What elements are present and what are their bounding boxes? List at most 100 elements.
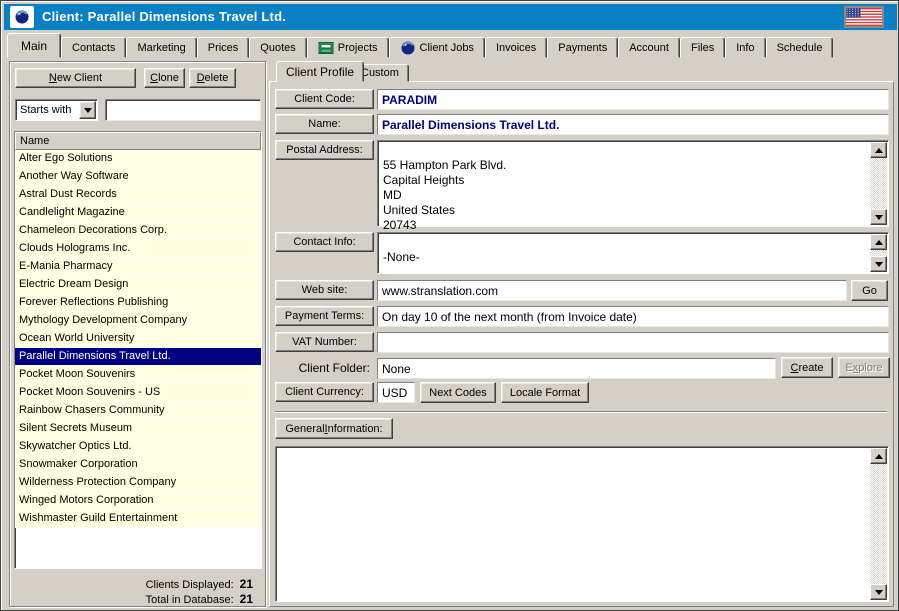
- tab-label: Contacts: [72, 42, 115, 54]
- client-list-item[interactable]: Wishmaster Guild Entertainment: [15, 510, 261, 528]
- filter-mode-value: Starts with: [20, 104, 71, 116]
- main-tab-bar: Main Contacts Marketing Prices Quotes Pr…: [4, 33, 897, 58]
- locale-format-button[interactable]: Locale Format: [501, 382, 589, 403]
- tab-schedule[interactable]: Schedule: [766, 37, 834, 58]
- create-folder-button[interactable]: Create: [781, 357, 833, 378]
- scroll-up-icon: [875, 148, 883, 153]
- client-folder-field[interactable]: [377, 358, 776, 379]
- client-list-item[interactable]: Astral Dust Records: [15, 186, 261, 204]
- general-information-textarea[interactable]: [275, 446, 889, 602]
- status-label: Total in Database:: [146, 594, 234, 606]
- scrollbar-track[interactable]: [870, 158, 887, 209]
- tab-quotes[interactable]: Quotes: [249, 37, 306, 58]
- explore-folder-button[interactable]: Explore: [838, 357, 890, 378]
- postal-scrollbar[interactable]: [870, 142, 887, 225]
- client-list-item[interactable]: Pocket Moon Souvenirs - US: [15, 384, 261, 402]
- tab-label: Files: [691, 42, 714, 54]
- postal-address-label-button[interactable]: Postal Address:: [275, 140, 374, 160]
- client-folder-label: Client Folder:: [275, 361, 370, 375]
- contact-info-label-button[interactable]: Contact Info:: [275, 232, 374, 252]
- filter-mode-select[interactable]: Starts with: [15, 99, 98, 121]
- client-currency-label-button[interactable]: Client Currency:: [275, 382, 374, 402]
- title-bar: Client: Parallel Dimensions Travel Ltd.: [4, 4, 897, 30]
- client-list-item[interactable]: Alter Ego Solutions: [15, 150, 261, 168]
- scroll-up-button[interactable]: [870, 142, 887, 158]
- tab-files[interactable]: Files: [680, 37, 725, 58]
- postal-address-textarea[interactable]: 55 Hampton Park Blvd. Capital Heights MD…: [377, 140, 889, 227]
- search-input[interactable]: [105, 99, 261, 121]
- payment-terms-label-button[interactable]: Payment Terms:: [275, 306, 374, 326]
- payment-terms-field[interactable]: [377, 306, 889, 327]
- us-flag-icon: [844, 6, 884, 28]
- subtab-label: Client Profile: [286, 65, 354, 79]
- client-list-item[interactable]: Snowmaker Corporation: [15, 456, 261, 474]
- go-button[interactable]: Go: [851, 280, 888, 301]
- general-information-label-button[interactable]: General Information:: [275, 418, 393, 439]
- vat-number-label-button[interactable]: VAT Number:: [275, 332, 374, 352]
- clone-button[interactable]: Clone: [144, 68, 185, 88]
- tab-prices[interactable]: Prices: [197, 37, 250, 58]
- client-list-item-selected[interactable]: Parallel Dimensions Travel Ltd.: [15, 348, 261, 366]
- scroll-up-icon: [875, 454, 883, 459]
- client-currency-field[interactable]: [377, 382, 415, 403]
- dropdown-arrow-button[interactable]: [79, 101, 96, 119]
- client-list-item[interactable]: Wilderness Protection Company: [15, 474, 261, 492]
- tab-main[interactable]: Main: [7, 33, 61, 58]
- client-list-panel: New Client Clone Delete Starts with Name…: [9, 61, 266, 607]
- tab-label: Projects: [338, 42, 378, 54]
- scrollbar-track[interactable]: [870, 464, 887, 584]
- tab-label: Main: [21, 39, 47, 53]
- client-code-field[interactable]: [377, 89, 889, 110]
- projects-icon: [318, 40, 334, 56]
- name-label-button[interactable]: Name:: [275, 114, 374, 134]
- contact-info-value: -None-: [383, 250, 420, 264]
- client-list-item[interactable]: Mythology Development Company: [15, 312, 261, 330]
- vat-number-field[interactable]: [377, 332, 889, 353]
- tab-payments[interactable]: Payments: [547, 37, 618, 58]
- tab-marketing[interactable]: Marketing: [126, 37, 196, 58]
- client-list-item[interactable]: Candlelight Magazine: [15, 204, 261, 222]
- scroll-up-button[interactable]: [870, 234, 887, 250]
- client-list-item[interactable]: Skywatcher Optics Ltd.: [15, 438, 261, 456]
- tab-projects[interactable]: Projects: [307, 37, 389, 58]
- tab-client-jobs[interactable]: Client Jobs: [389, 37, 485, 58]
- subtab-client-profile[interactable]: Client Profile: [276, 61, 364, 82]
- postal-address-value: 55 Hampton Park Blvd. Capital Heights MD…: [383, 158, 506, 232]
- client-list-item[interactable]: Pocket Moon Souvenirs: [15, 366, 261, 384]
- status-label: Clients Displayed:: [146, 579, 234, 591]
- client-list-item[interactable]: Another Way Software: [15, 168, 261, 186]
- geninfo-scrollbar[interactable]: [870, 448, 887, 600]
- client-code-label-button[interactable]: Client Code:: [275, 89, 374, 109]
- scroll-up-button[interactable]: [870, 448, 887, 464]
- web-site-field[interactable]: [377, 280, 847, 301]
- scroll-down-button[interactable]: [870, 256, 887, 272]
- client-list-item[interactable]: Clouds Holograms Inc.: [15, 240, 261, 258]
- client-list-item[interactable]: Chameleon Decorations Corp.: [15, 222, 261, 240]
- delete-button[interactable]: Delete: [189, 68, 236, 88]
- client-name-field[interactable]: [377, 114, 889, 135]
- scroll-down-button[interactable]: [870, 209, 887, 225]
- client-list-item[interactable]: Ocean World University: [15, 330, 261, 348]
- app-window: Client: Parallel Dimensions Travel Ltd.: [0, 0, 899, 611]
- client-list-item[interactable]: Winged Motors Corporation: [15, 492, 261, 510]
- client-list-item[interactable]: Silent Secrets Museum: [15, 420, 261, 438]
- contact-scrollbar[interactable]: [870, 234, 887, 272]
- scroll-down-button[interactable]: [870, 584, 887, 600]
- new-client-button[interactable]: New Client: [15, 68, 136, 88]
- tab-label: Schedule: [777, 42, 823, 54]
- web-site-label-button[interactable]: Web site:: [275, 280, 374, 300]
- client-list-item[interactable]: Electric Dream Design: [15, 276, 261, 294]
- tab-account[interactable]: Account: [618, 37, 680, 58]
- tab-contacts[interactable]: Contacts: [61, 37, 126, 58]
- scroll-down-icon: [875, 215, 883, 220]
- tab-label: Invoices: [496, 42, 536, 54]
- client-list-item[interactable]: E-Mania Pharmacy: [15, 258, 261, 276]
- tab-invoices[interactable]: Invoices: [485, 37, 547, 58]
- client-list-item[interactable]: Rainbow Chasers Community: [15, 402, 261, 420]
- list-column-header[interactable]: Name: [15, 132, 261, 150]
- scroll-down-icon: [875, 262, 883, 267]
- contact-info-textarea[interactable]: -None-: [377, 232, 889, 274]
- tab-info[interactable]: Info: [725, 37, 765, 58]
- next-codes-button[interactable]: Next Codes: [420, 382, 496, 403]
- client-list-item[interactable]: Forever Reflections Publishing: [15, 294, 261, 312]
